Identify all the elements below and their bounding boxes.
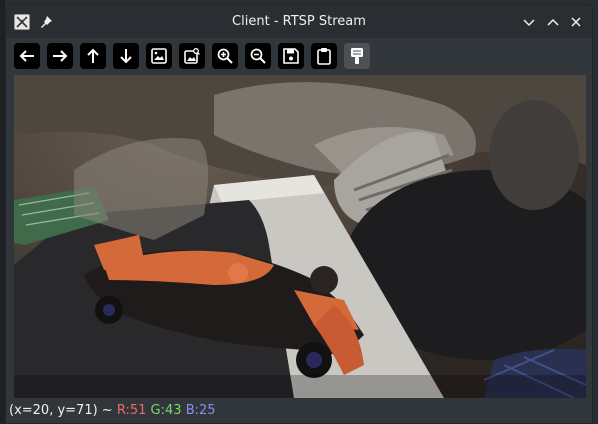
green-value: G:43 — [150, 403, 182, 418]
clipboard-button[interactable] — [311, 43, 337, 69]
down-button[interactable] — [113, 43, 139, 69]
arrow-down-icon — [120, 49, 132, 64]
zoom-in-button[interactable] — [212, 43, 238, 69]
minimize-icon[interactable] — [522, 14, 536, 28]
zoom-out-button[interactable] — [245, 43, 271, 69]
maximize-icon[interactable] — [546, 14, 560, 28]
color-picker-button[interactable] — [344, 43, 370, 69]
client-window: Client - RTSP Stream (x=20, y=71) ~ R:51… — [5, 4, 593, 424]
cursor-coordinates: (x=20, y=71) ~ — [9, 403, 113, 418]
clipboard-icon — [317, 48, 331, 65]
video-stream[interactable] — [14, 75, 586, 398]
stream-frame-image — [14, 75, 586, 398]
save-button[interactable] — [278, 43, 304, 69]
window-title: Client - RTSP Stream — [232, 14, 366, 29]
image-search-icon — [184, 48, 200, 64]
zoom-out-icon — [250, 48, 266, 64]
image-search-button[interactable] — [179, 43, 205, 69]
save-icon — [283, 48, 299, 64]
color-picker-icon — [351, 48, 363, 64]
toolbar — [6, 38, 592, 74]
arrow-up-icon — [87, 48, 99, 63]
blue-value: B:25 — [185, 403, 216, 418]
back-button[interactable] — [14, 43, 40, 69]
zoom-in-icon — [217, 48, 233, 64]
red-value: R:51 — [116, 403, 147, 418]
arrow-right-icon — [53, 50, 68, 62]
up-button[interactable] — [80, 43, 106, 69]
image-icon — [151, 48, 167, 64]
image-button[interactable] — [146, 43, 172, 69]
title-bar: Client - RTSP Stream — [6, 5, 592, 38]
arrow-left-icon — [19, 50, 34, 62]
status-bar: (x=20, y=71) ~ R:51 G:43 B:25 — [9, 402, 216, 420]
close-icon[interactable] — [569, 14, 583, 28]
forward-button[interactable] — [47, 43, 73, 69]
